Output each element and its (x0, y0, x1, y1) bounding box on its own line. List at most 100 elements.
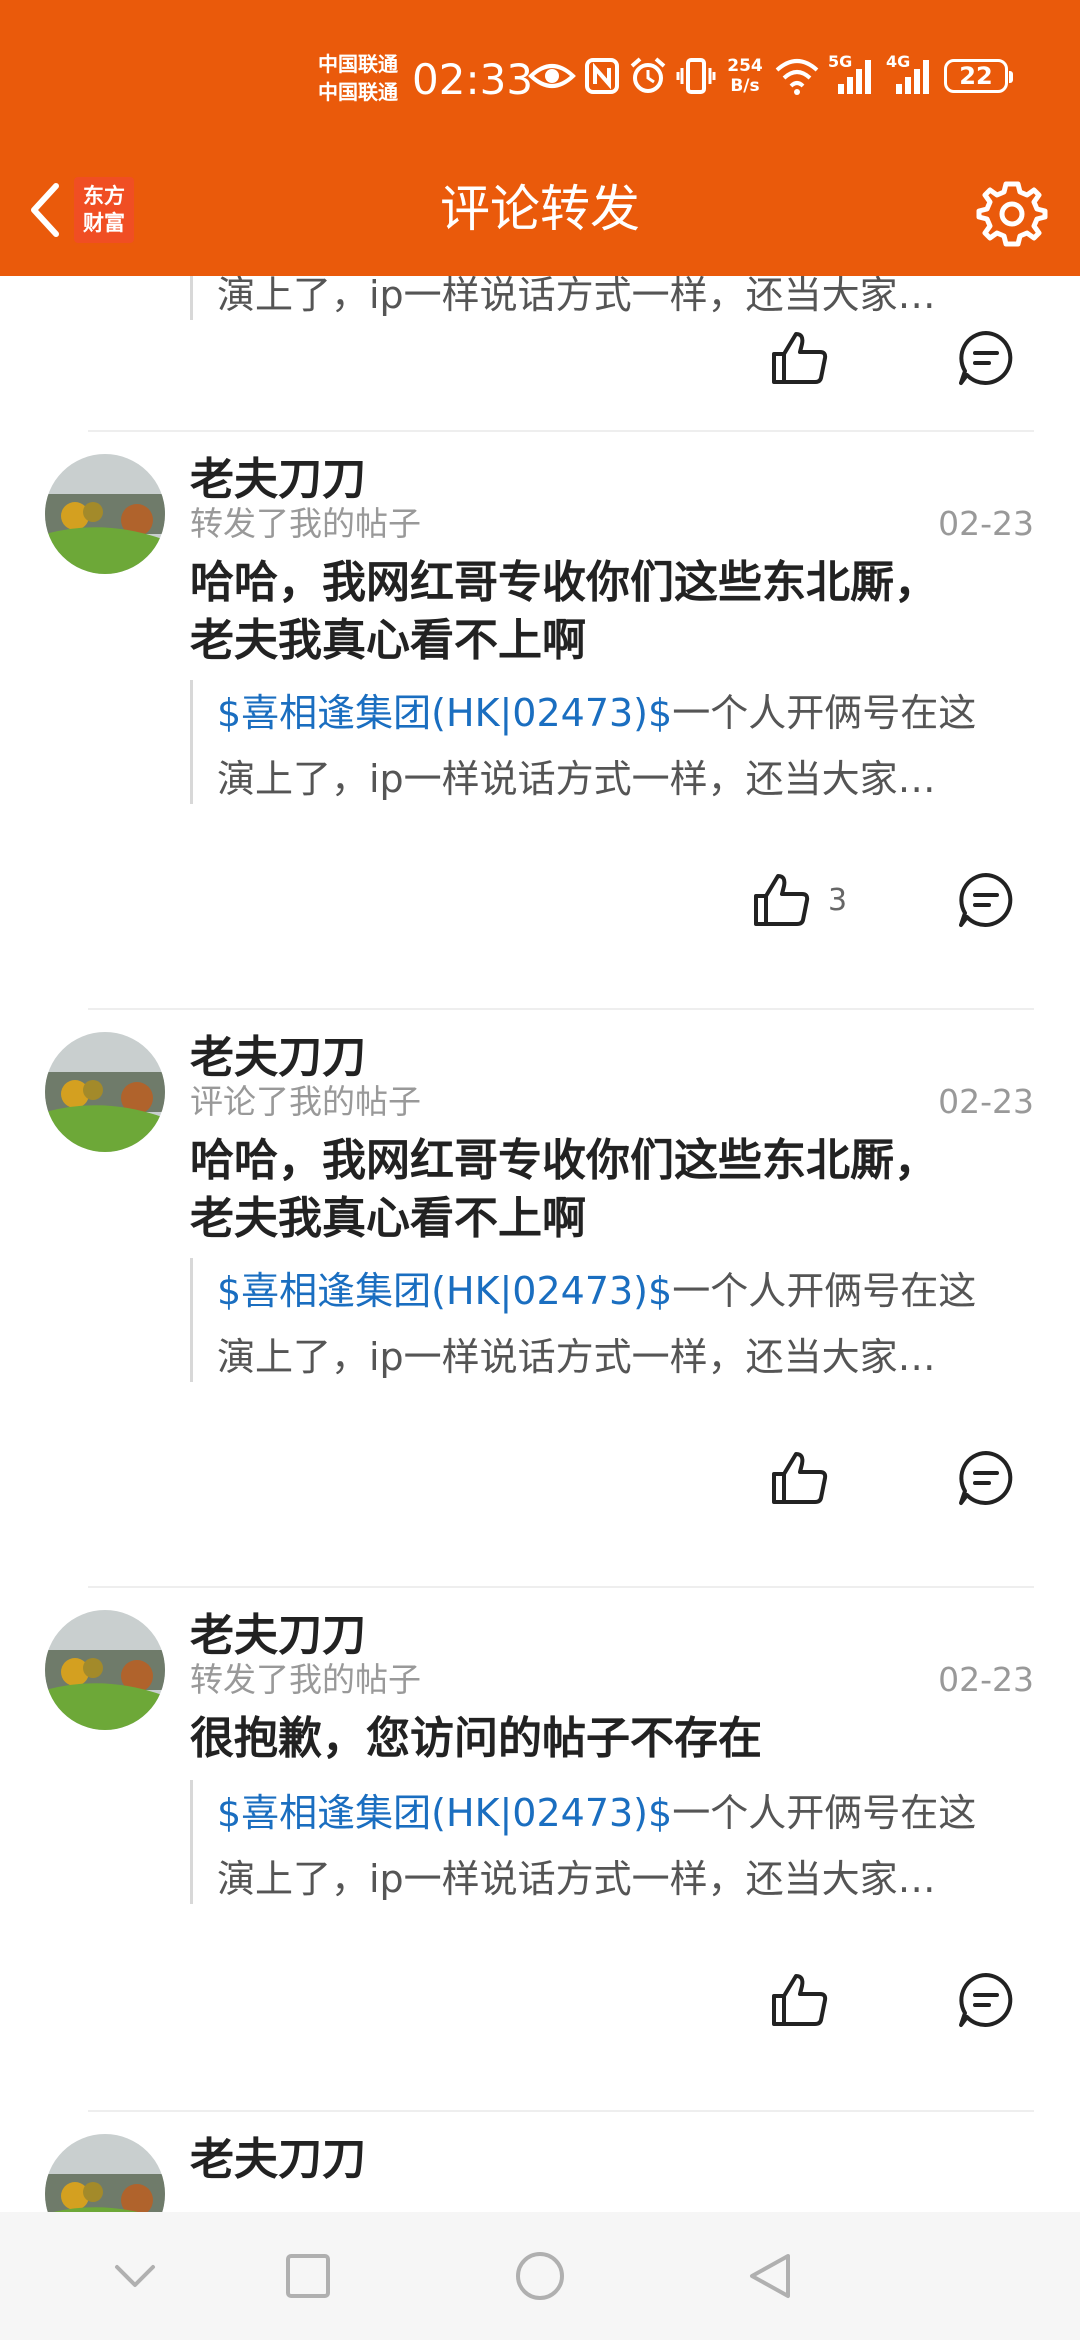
post-date: 02-23 (938, 504, 1034, 543)
alarm-icon (630, 57, 666, 93)
list-item[interactable]: 老夫刀刀 转发了我的帖子 02-23 哈哈，我网红哥专收你们这些东北厮， 老夫我… (0, 430, 1080, 927)
user-name[interactable]: 老夫刀刀 (190, 2130, 366, 2190)
recent-apps-button[interactable] (268, 2236, 348, 2316)
chat-bubble-icon[interactable] (957, 871, 1015, 929)
net-speed-unit: B/s (730, 76, 760, 96)
stock-link[interactable]: $喜相逢集团(HK|02473)$ (217, 1269, 672, 1313)
signal-1: 5G (828, 52, 878, 96)
quoted-post[interactable]: $喜相逢集团(HK|02473)$一个人开俩号在这 演上了，ip一样说话方式一样… (190, 1258, 1042, 1382)
quote-text: 一个人开俩号在这 (672, 1269, 977, 1313)
chat-bubble-icon[interactable] (957, 329, 1015, 387)
quote-line-1: $喜相逢集团(HK|02473)$一个人开俩号在这 (217, 1258, 1042, 1324)
quote-text: 一个人开俩号在这 (672, 691, 977, 735)
wifi-icon (775, 59, 819, 95)
logo-line-1: 东方 (83, 184, 125, 208)
back-button[interactable]: 东方 财富 (14, 170, 164, 250)
brand-logo: 东方 财富 (74, 177, 134, 243)
chevron-down-icon[interactable] (113, 2261, 157, 2291)
nfc-icon (585, 58, 619, 94)
comment-text[interactable]: 哈哈，我网红哥专收你们这些东北厮， 老夫我真心看不上啊 (190, 554, 1030, 670)
like-button[interactable] (770, 326, 830, 390)
chat-bubble-icon[interactable] (957, 1971, 1015, 2029)
like-button[interactable]: 3 (752, 868, 847, 932)
status-time: 02:33 (412, 55, 534, 104)
divider (88, 2110, 1034, 2112)
quote-text: 一个人开俩号在这 (672, 1791, 977, 1835)
message-feed[interactable]: 演上了，ip一样说话方式一样，还当大家… 老夫刀刀 转发了我的帖子 02-23 … (0, 276, 1080, 2212)
stock-link[interactable]: $喜相逢集团(HK|02473)$ (217, 691, 672, 735)
like-count: 3 (828, 882, 848, 918)
reply-button[interactable] (956, 868, 1016, 932)
divider (88, 1008, 1034, 1010)
like-button[interactable] (770, 1968, 830, 2032)
user-name[interactable]: 老夫刀刀 (190, 450, 366, 510)
comment-text[interactable]: 哈哈，我网红哥专收你们这些东北厮， 老夫我真心看不上啊 (190, 1132, 1030, 1248)
quoted-post[interactable]: $喜相逢集团(HK|02473)$一个人开俩号在这 演上了，ip一样说话方式一样… (190, 1780, 1042, 1904)
user-name[interactable]: 老夫刀刀 (190, 1606, 366, 1666)
reply-button[interactable] (956, 1446, 1016, 1510)
thumbs-up-icon[interactable] (770, 1450, 830, 1506)
thumbs-up-icon[interactable] (770, 330, 830, 386)
thumbs-up-icon[interactable] (752, 872, 812, 928)
comment-line-2: 老夫我真心看不上啊 (190, 1193, 586, 1244)
battery-icon: 22 (944, 59, 1013, 93)
settings-button[interactable] (970, 172, 1054, 256)
quote-line-2: 演上了，ip一样说话方式一样，还当大家… (217, 1335, 936, 1379)
home-button[interactable] (500, 2236, 580, 2316)
action-text: 转发了我的帖子 (190, 504, 421, 543)
gear-icon[interactable] (976, 178, 1048, 250)
chevron-left-icon[interactable] (14, 170, 74, 250)
comment-text[interactable]: 很抱歉，您访问的帖子不存在 (190, 1710, 1030, 1768)
page-title: 评论转发 (440, 180, 640, 238)
nav-bar: 东方 财富 评论转发 (0, 150, 1080, 276)
carrier-labels: 中国联通 中国联通 (318, 50, 418, 106)
app-header: 中国联通 中国联通 02:33 254 B/s 5G 4G 22 东方 财富 评… (0, 0, 1080, 276)
signal-icon (896, 60, 929, 94)
carrier-1: 中国联通 (318, 52, 398, 76)
quote-line-2: 演上了，ip一样说话方式一样，还当大家… (217, 757, 936, 801)
square-icon[interactable] (284, 2252, 332, 2300)
stock-link[interactable]: $喜相逢集团(HK|02473)$ (217, 1791, 672, 1835)
logo-line-2: 财富 (83, 211, 125, 235)
action-text: 评论了我的帖子 (190, 1082, 421, 1121)
quote-line-1: $喜相逢集团(HK|02473)$一个人开俩号在这 (217, 680, 1042, 746)
action-text: 转发了我的帖子 (190, 1660, 421, 1699)
quoted-post[interactable]: 演上了，ip一样说话方式一样，还当大家… (190, 276, 1042, 320)
divider (88, 1586, 1034, 1588)
status-bar: 中国联通 中国联通 02:33 254 B/s 5G 4G 22 (0, 0, 1080, 150)
avatar[interactable] (45, 1610, 165, 1730)
status-icons: 254 B/s 5G 4G 22 (528, 52, 1013, 96)
system-navigation-bar (0, 2212, 1080, 2340)
list-item[interactable]: 老夫刀刀 转发了我的帖子 02-23 很抱歉，您访问的帖子不存在 $喜相逢集团(… (0, 1586, 1080, 2027)
quote-line-2: 演上了，ip一样说话方式一样，还当大家… (217, 1857, 936, 1901)
quoted-post[interactable]: $喜相逢集团(HK|02473)$一个人开俩号在这 演上了，ip一样说话方式一样… (190, 680, 1042, 804)
triangle-back-icon[interactable] (746, 2250, 794, 2302)
post-date: 02-23 (938, 1082, 1034, 1121)
net-speed-value: 254 (727, 56, 763, 76)
list-item[interactable]: 老夫刀刀 (0, 2110, 1080, 2212)
comment-line-2: 老夫我真心看不上啊 (190, 615, 586, 666)
quote-line-1: $喜相逢集团(HK|02473)$一个人开俩号在这 (217, 1780, 1042, 1846)
circle-icon[interactable] (514, 2250, 566, 2302)
reply-button[interactable] (956, 326, 1016, 390)
quote-line-2: 演上了，ip一样说话方式一样，还当大家… (217, 276, 936, 317)
vibrate-icon (676, 58, 716, 94)
chat-bubble-icon[interactable] (957, 1449, 1015, 1507)
avatar[interactable] (45, 454, 165, 574)
carrier-2: 中国联通 (318, 80, 398, 104)
hide-keyboard-button[interactable] (95, 2236, 175, 2316)
avatar[interactable] (45, 1032, 165, 1152)
list-item[interactable]: 演上了，ip一样说话方式一样，还当大家… (0, 276, 1080, 432)
reply-button[interactable] (956, 1968, 1016, 2032)
list-item[interactable]: 老夫刀刀 评论了我的帖子 02-23 哈哈，我网红哥专收你们这些东北厮， 老夫我… (0, 1008, 1080, 1505)
system-back-button[interactable] (730, 2236, 810, 2316)
thumbs-up-icon[interactable] (770, 1972, 830, 2028)
like-button[interactable] (770, 1446, 830, 1510)
avatar[interactable] (45, 2134, 165, 2212)
signal-2: 4G (886, 52, 936, 96)
net-speed: 254 B/s (724, 56, 766, 96)
eye-icon (528, 64, 576, 88)
signal-icon (838, 60, 871, 94)
user-name[interactable]: 老夫刀刀 (190, 1028, 366, 1088)
battery-level: 22 (959, 62, 993, 90)
